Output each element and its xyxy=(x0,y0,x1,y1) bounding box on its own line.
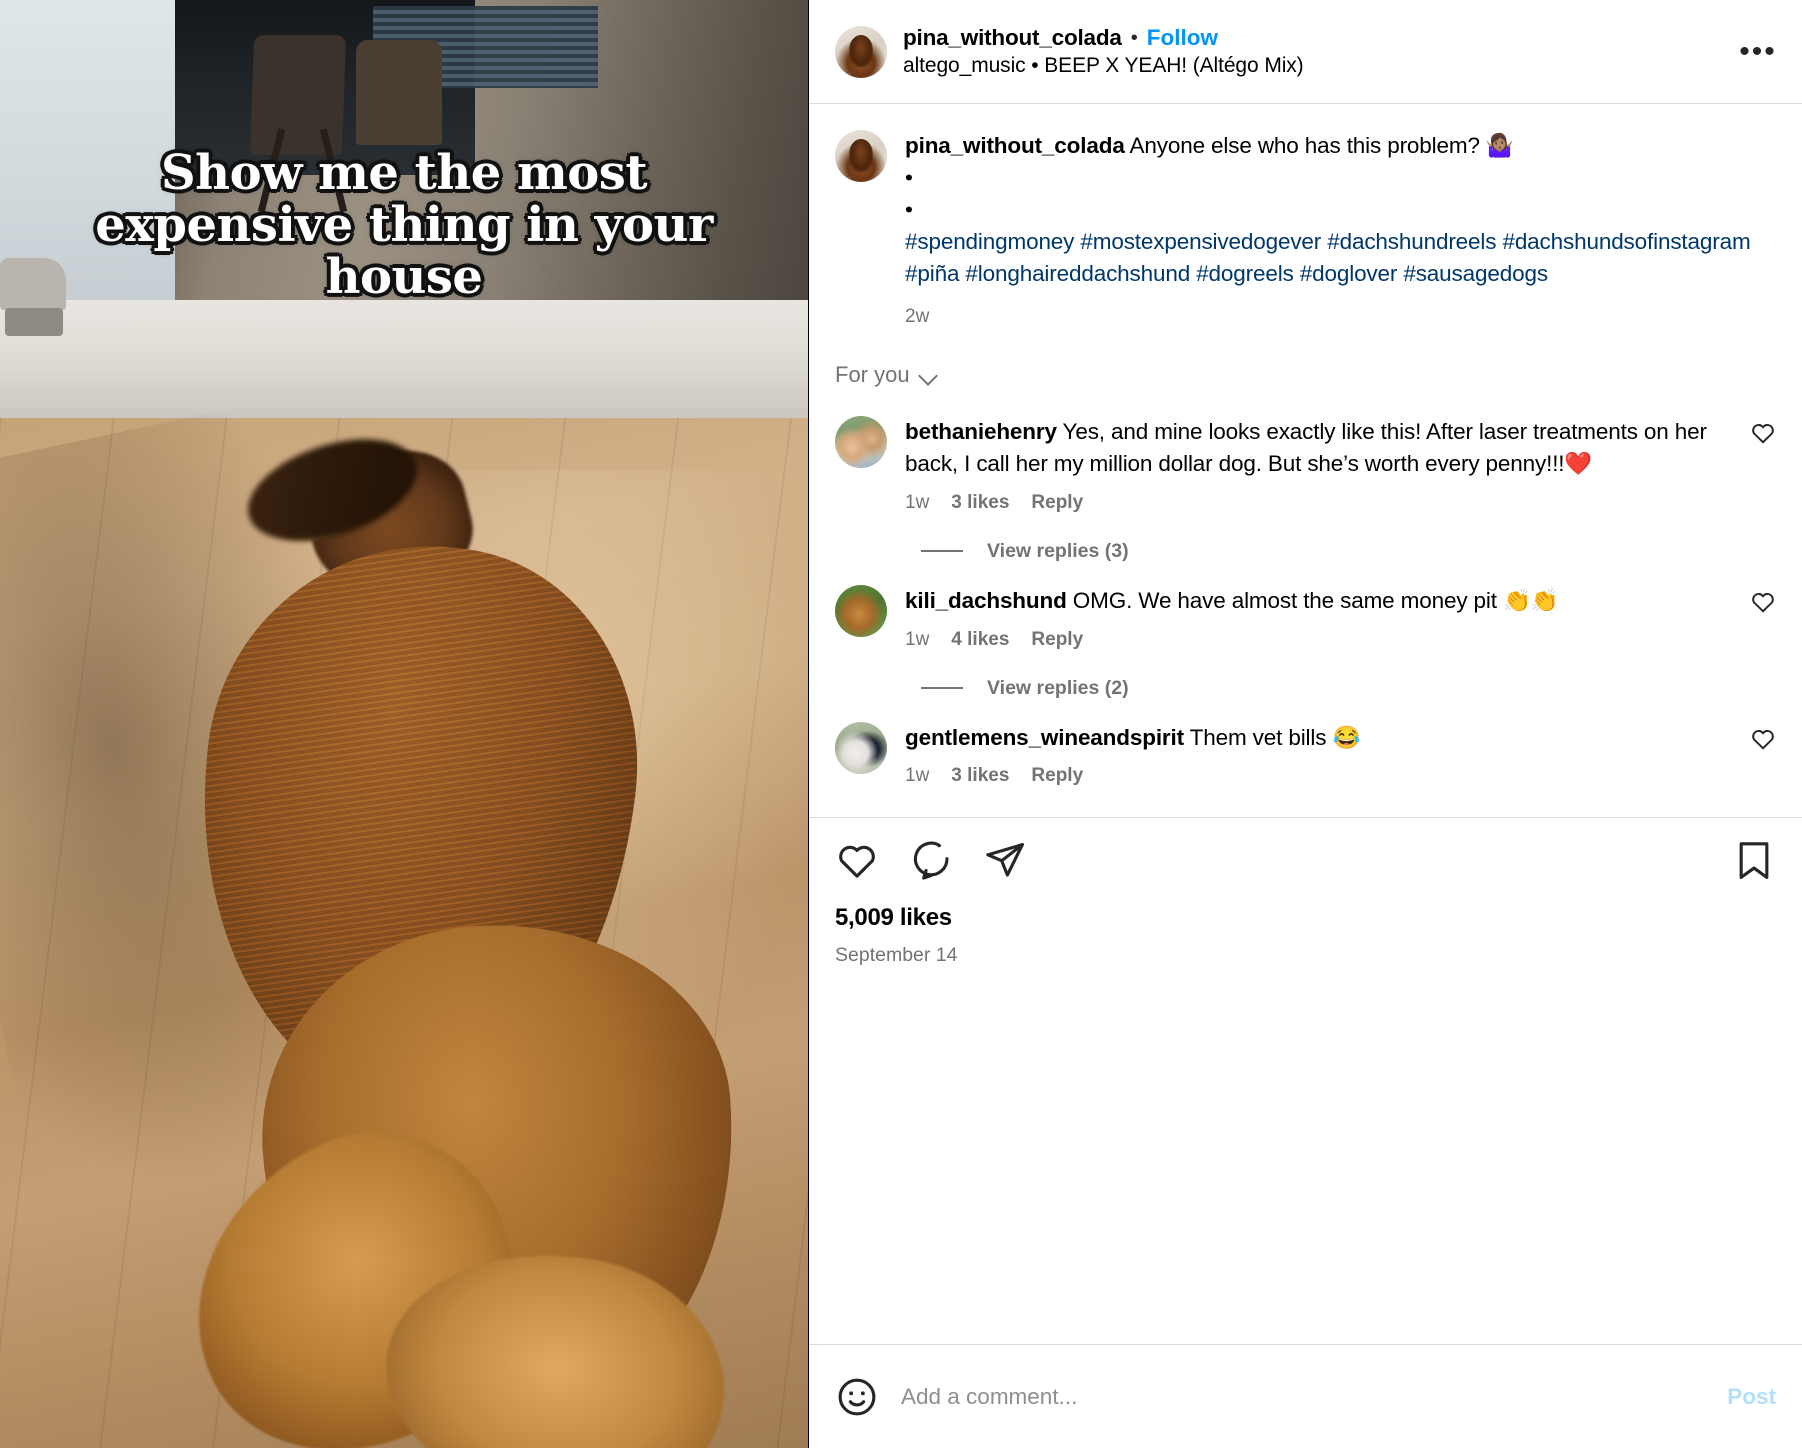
kitchen-counter xyxy=(0,300,808,425)
commenter-username[interactable]: gentlemens_wineandspirit xyxy=(905,725,1184,750)
post-detail-pane: pina_without_colada • Follow altego_musi… xyxy=(808,0,1802,1448)
chair-right xyxy=(356,40,442,145)
comment-text: OMG. We have almost the same money pit 👏… xyxy=(1066,587,1559,613)
instagram-post-page: Show me the most expensive thing in your… xyxy=(0,0,1802,1448)
caption-dot-line-2: • xyxy=(905,196,913,222)
header-top-row: pina_without_colada • Follow xyxy=(903,25,1720,51)
comment-text-row: bethaniehenry Yes, and mine looks exactl… xyxy=(905,416,1718,480)
commenter-username[interactable]: bethaniehenry xyxy=(905,419,1057,444)
add-comment-bar: Post xyxy=(809,1344,1802,1448)
bookmark-icon[interactable] xyxy=(1732,838,1776,882)
post-action-bar xyxy=(809,818,1802,888)
author-avatar[interactable] xyxy=(835,25,887,78)
comment-time: 1w xyxy=(905,628,930,650)
likes-count[interactable]: 5,009 likes xyxy=(809,888,1802,932)
commenter-avatar[interactable] xyxy=(835,415,887,468)
comments-filter-label: For you xyxy=(835,361,910,387)
view-replies-button[interactable]: View replies (2) xyxy=(809,651,1802,700)
comment-text-row: kili_dachshund OMG. We have almost the s… xyxy=(905,585,1718,617)
dachshund-dog xyxy=(95,420,795,1448)
post-media[interactable]: Show me the most expensive thing in your… xyxy=(0,0,808,1448)
caption-username[interactable]: pina_without_colada xyxy=(905,133,1125,158)
caption-text: Anyone else who has this problem? 🤷🏽‍♀️ xyxy=(1124,133,1514,158)
comment-like-button[interactable] xyxy=(1750,420,1776,446)
post-caption: pina_without_colada Anyone else who has … xyxy=(809,104,1802,328)
comment-bubble-icon[interactable] xyxy=(909,838,953,882)
heart-icon xyxy=(1752,423,1774,444)
heart-icon[interactable] xyxy=(835,838,879,882)
comment-body: gentlemens_wineandspirit Them vet bills … xyxy=(905,722,1776,788)
caption-dot-line-1: • xyxy=(905,164,913,190)
comment-likes[interactable]: 3 likes xyxy=(951,765,1009,787)
audio-attribution[interactable]: altego_music • BEEP X YEAH! (Altégo Mix) xyxy=(903,54,1720,78)
view-replies-dash xyxy=(921,550,963,552)
post-date: September 14 xyxy=(835,944,958,967)
counter-object-small xyxy=(5,308,63,336)
heart-icon xyxy=(1752,592,1774,613)
commenter-avatar[interactable] xyxy=(835,584,887,637)
comment-reply-button[interactable]: Reply xyxy=(1031,765,1083,787)
comment-body: kili_dachshund OMG. We have almost the s… xyxy=(905,585,1776,651)
comment-time: 1w xyxy=(905,765,930,787)
view-replies-dash xyxy=(921,687,963,689)
comment-body: bethaniehenry Yes, and mine looks exactl… xyxy=(905,416,1776,514)
more-options-button[interactable]: ••• xyxy=(1736,30,1780,74)
comment-like-button[interactable] xyxy=(1750,589,1776,615)
commenter-avatar[interactable] xyxy=(835,721,887,774)
header-separator: • xyxy=(1130,26,1138,49)
counter-object xyxy=(0,258,66,310)
post-header: pina_without_colada • Follow altego_musi… xyxy=(809,0,1802,104)
chair-left xyxy=(249,35,347,155)
caption-timestamp: 2w xyxy=(905,305,930,327)
caption-author-avatar[interactable] xyxy=(835,130,887,182)
comments-filter-dropdown[interactable]: For you xyxy=(809,328,1802,394)
comments-scroll-area[interactable]: pina_without_colada Anyone else who has … xyxy=(809,104,1802,1344)
comment-reply-button[interactable]: Reply xyxy=(1031,629,1083,651)
comment-text: Them vet bills 😂 xyxy=(1183,724,1361,750)
header-text-block: pina_without_colada • Follow altego_musi… xyxy=(903,25,1720,78)
author-username-link[interactable]: pina_without_colada xyxy=(903,25,1122,51)
follow-button[interactable]: Follow xyxy=(1147,25,1218,51)
comment-reply-button[interactable]: Reply xyxy=(1031,492,1083,514)
share-paper-plane-icon[interactable] xyxy=(983,838,1027,882)
comment-meta-row: 1w 4 likes Reply xyxy=(905,629,1718,651)
chevron-down-icon xyxy=(920,366,938,384)
caption-body: pina_without_colada Anyone else who has … xyxy=(905,130,1776,328)
commenter-username[interactable]: kili_dachshund xyxy=(905,588,1067,613)
view-replies-label: View replies (2) xyxy=(987,676,1129,699)
comment-text-row: gentlemens_wineandspirit Them vet bills … xyxy=(905,722,1718,754)
comment-likes[interactable]: 3 likes xyxy=(951,492,1009,514)
comment-item: bethaniehenry Yes, and mine looks exactl… xyxy=(809,394,1802,514)
view-replies-label: View replies (3) xyxy=(987,539,1129,562)
caption-hashtags[interactable]: #spendingmoney #mostexpensivedogever #da… xyxy=(905,226,1776,290)
comment-likes[interactable]: 4 likes xyxy=(951,629,1009,651)
post-comment-button[interactable]: Post xyxy=(1727,1384,1776,1410)
heart-icon xyxy=(1752,729,1774,750)
comment-item: gentlemens_wineandspirit Them vet bills … xyxy=(809,700,1802,788)
caption-line-main: pina_without_colada Anyone else who has … xyxy=(905,130,1776,162)
view-replies-button[interactable]: View replies (3) xyxy=(809,514,1802,563)
comment-meta-row: 1w 3 likes Reply xyxy=(905,492,1718,514)
smiley-face-icon[interactable] xyxy=(835,1375,879,1419)
add-comment-input[interactable] xyxy=(901,1383,1706,1410)
comment-time: 1w xyxy=(905,491,930,513)
comment-meta-row: 1w 3 likes Reply xyxy=(905,765,1718,787)
comment-like-button[interactable] xyxy=(1750,726,1776,752)
comment-item: kili_dachshund OMG. We have almost the s… xyxy=(809,563,1802,651)
